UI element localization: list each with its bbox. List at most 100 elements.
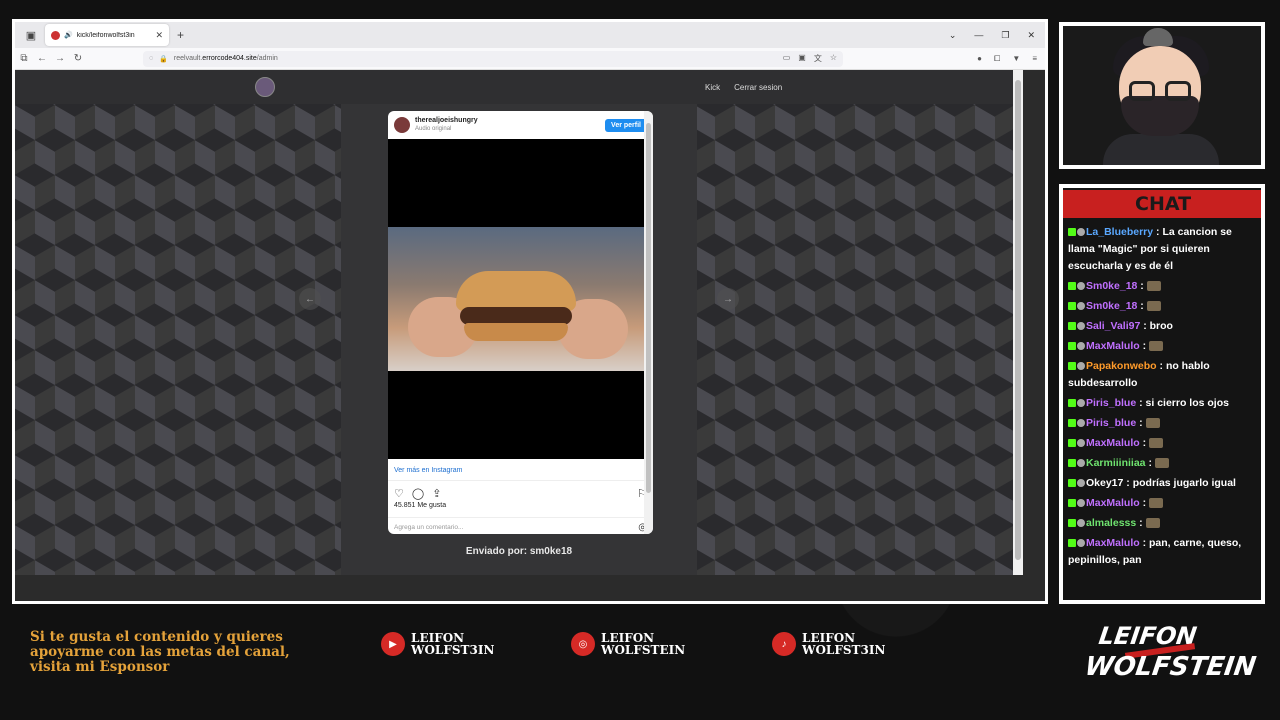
window-controls: ⌄ — ❐ ✕: [949, 30, 1045, 41]
view-profile-button[interactable]: Ver perfil: [605, 118, 647, 132]
chat-username[interactable]: Sm0ke_18: [1086, 280, 1137, 292]
chat-username[interactable]: Papakonwebo: [1086, 360, 1157, 372]
youtube-icon: ▶: [381, 632, 405, 656]
comment-input[interactable]: Agrega un comentario... ◎: [388, 517, 653, 534]
avatar[interactable]: [394, 117, 410, 133]
tab-favicon-icon: [51, 30, 60, 40]
sent-by-label: Enviado por: sm0ke18: [465, 546, 573, 557]
chat-badges: [1068, 395, 1086, 412]
shield-icon: ◌: [149, 55, 154, 62]
chevron-down-icon[interactable]: ⌄: [949, 30, 957, 41]
comment-icon[interactable]: ◯: [412, 487, 424, 500]
ig-header: therealjoeishungry Audio original Ver per…: [388, 111, 653, 139]
chat-username[interactable]: Piris_blue: [1086, 397, 1136, 409]
webcam-frame: [1059, 22, 1265, 169]
chat-text: :: [1137, 280, 1144, 292]
page-scrollbar[interactable]: [1013, 70, 1023, 575]
menu-icon[interactable]: ≡: [1032, 54, 1037, 64]
reload-icon[interactable]: ↻: [69, 53, 87, 64]
ig-username[interactable]: therealjoeishungry Audio original: [415, 117, 478, 133]
extensions-icon[interactable]: ⧠: [994, 54, 1000, 64]
chat-username[interactable]: almalesss: [1086, 517, 1136, 529]
chat-username[interactable]: Sali_Vali97: [1086, 320, 1140, 332]
comment-placeholder: Agrega un comentario...: [394, 524, 464, 531]
badge-icon: [1077, 519, 1085, 528]
chat-badges: [1068, 358, 1086, 375]
social-youtube[interactable]: ▶ LEIFON WOLFST3IN: [381, 632, 494, 656]
badge-icon: [1077, 399, 1085, 408]
chat-username[interactable]: MaxMalulo: [1086, 537, 1140, 549]
chat-frame: CHAT La_Blueberry : La cancion se llama …: [1059, 184, 1265, 604]
restore-icon[interactable]: ❐: [1001, 30, 1009, 41]
social-instagram[interactable]: ◎ LEIFON WOLFSTEIN: [571, 632, 685, 656]
back-icon[interactable]: ←: [33, 53, 51, 64]
ig-video[interactable]: [388, 139, 644, 459]
badge-icon: [1077, 479, 1085, 488]
chat-badges: [1068, 475, 1086, 492]
chat-username[interactable]: MaxMalulo: [1086, 340, 1140, 352]
nav-logout-link[interactable]: Cerrar sesion: [734, 83, 782, 92]
chat-text: :: [1139, 437, 1147, 449]
like-count: 45.851 Me gusta: [394, 502, 447, 509]
minimize-icon[interactable]: —: [974, 30, 983, 41]
chat-badges: [1068, 455, 1086, 472]
kick-badge-icon: [1068, 519, 1076, 528]
embed-scrollbar[interactable]: [644, 111, 653, 534]
chat-username[interactable]: Piris_blue: [1086, 417, 1136, 429]
badge-icon: [1077, 439, 1085, 448]
ig-audio-label: Audio original: [415, 126, 452, 132]
chat-badges: [1068, 318, 1086, 335]
reader-icon[interactable]: ▭: [783, 53, 791, 64]
chat-username[interactable]: La_Blueberry: [1086, 226, 1153, 238]
chat-message: almalesss :: [1068, 515, 1258, 532]
shield-extension-icon[interactable]: ▼: [1012, 54, 1020, 64]
screen-capture-frame: ▣ 🔊 kick/leifonwolfst3in ✕ + ⌄ — ❐ ✕ ⧉ ←…: [12, 19, 1048, 604]
badge-icon: [1077, 342, 1085, 351]
chat-badges: [1068, 338, 1086, 355]
next-arrow-button[interactable]: →: [717, 288, 739, 310]
badge-icon: [1077, 419, 1085, 428]
emote-icon: [1145, 418, 1160, 429]
chat-username[interactable]: Sm0ke_18: [1086, 300, 1137, 312]
chat-badges: [1068, 435, 1086, 452]
close-window-icon[interactable]: ✕: [1027, 30, 1035, 41]
chat-badges: [1068, 278, 1086, 295]
speaker-icon[interactable]: 🔊: [64, 31, 73, 39]
emote-icon: [1149, 498, 1164, 509]
nav-kick-link[interactable]: Kick: [705, 83, 720, 92]
kick-badge-icon: [1068, 459, 1076, 468]
chat-text: : si cierro los ojos: [1136, 397, 1229, 409]
chat-message: Okey17 : podrías jugarlo igual: [1068, 475, 1258, 492]
translate-icon[interactable]: 文: [814, 53, 822, 64]
forward-icon[interactable]: →: [51, 53, 69, 64]
heart-icon[interactable]: ♡: [394, 487, 404, 500]
sidebar-icon[interactable]: ⧉: [15, 53, 33, 64]
screenshot-icon[interactable]: ▣: [798, 53, 806, 64]
new-tab-button[interactable]: +: [177, 28, 184, 42]
toolbar-extensions: ● ⧠ ▼ ≡: [977, 54, 1045, 64]
social-tiktok[interactable]: ♪ LEIFON WOLFST3IN: [772, 632, 885, 656]
divider-line: [0, 676, 1024, 678]
browser-tab[interactable]: 🔊 kick/leifonwolfst3in ✕: [45, 24, 169, 46]
site-logo[interactable]: [255, 77, 275, 97]
view-more-link[interactable]: Ver más en Instagram: [388, 459, 653, 481]
prev-arrow-button[interactable]: ←: [299, 288, 321, 310]
chat-badges: [1068, 495, 1086, 512]
account-icon[interactable]: ●: [977, 54, 982, 64]
chat-username[interactable]: MaxMalulo: [1086, 437, 1140, 449]
chat-message: MaxMalulo :: [1068, 338, 1258, 355]
chat-username[interactable]: Karmiiiniiaa: [1086, 457, 1146, 469]
chat-username[interactable]: MaxMalulo: [1086, 497, 1140, 509]
share-icon[interactable]: ⇪: [432, 487, 441, 500]
chat-username[interactable]: Okey17: [1086, 477, 1123, 489]
chat-text: :: [1139, 340, 1147, 352]
chat-text: :: [1137, 300, 1144, 312]
chat-text: :: [1136, 517, 1143, 529]
emote-icon: [1149, 341, 1164, 352]
address-bar[interactable]: ◌ 🔒 reelvault.errorcode404.site/admin ▭ …: [143, 50, 843, 67]
bookmark-star-icon[interactable]: ☆: [830, 53, 837, 64]
lock-icon: 🔒: [159, 55, 168, 63]
tab-overview-icon[interactable]: ▣: [21, 25, 41, 45]
navigation-bar: ⧉ ← → ↻ ◌ 🔒 reelvault.errorcode404.site/…: [15, 48, 1045, 70]
close-tab-icon[interactable]: ✕: [155, 30, 163, 41]
